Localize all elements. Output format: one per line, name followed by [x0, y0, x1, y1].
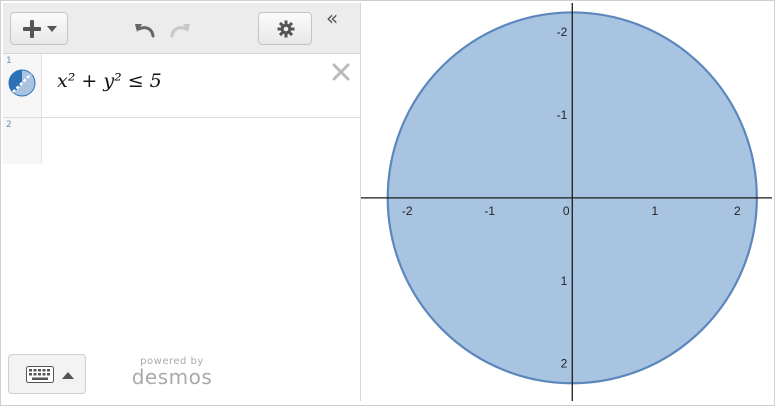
- expression-number: 1: [6, 56, 12, 66]
- double-chevron-left-icon: «: [326, 6, 339, 30]
- keyboard-icon: [26, 366, 54, 383]
- caret-up-icon: [62, 372, 74, 379]
- expression-color-icon[interactable]: [8, 69, 36, 97]
- expression-gutter: 1: [3, 54, 42, 117]
- x-tick-label: 2: [734, 204, 741, 218]
- x-tick-label: 1: [651, 204, 658, 218]
- undo-icon[interactable]: [131, 20, 159, 40]
- gear-icon: [277, 20, 295, 38]
- expression-gutter: 2: [3, 118, 42, 164]
- desmos-logo: powered by desmos: [127, 356, 217, 389]
- x-tick-label: 0: [563, 204, 570, 218]
- graph-canvas[interactable]: -2 -1 0 1 2 2 1 -1 -2: [361, 3, 772, 401]
- plus-icon: [23, 20, 41, 38]
- expression-number: 2: [6, 120, 12, 130]
- expression-formula[interactable]: x² + y² ≤ 5: [57, 70, 162, 92]
- redo-icon[interactable]: [166, 20, 194, 40]
- close-icon[interactable]: [331, 62, 351, 82]
- y-tick-label: 1: [561, 274, 568, 288]
- expression-row[interactable]: 1 x² + y² ≤ 5: [3, 54, 360, 118]
- expression-panel: « 1 x² + y² ≤ 5 2 powered by desmos: [3, 3, 361, 401]
- y-tick-label: 2: [561, 357, 568, 371]
- y-tick-label: -2: [557, 25, 568, 39]
- graph-paper[interactable]: -2 -1 0 1 2 2 1 -1 -2: [361, 3, 772, 401]
- expression-toolbar: «: [3, 3, 360, 54]
- brand-text: desmos: [131, 365, 213, 389]
- keypad-toggle-button[interactable]: [8, 354, 86, 394]
- collapse-panel-button[interactable]: «: [326, 8, 350, 32]
- caret-down-icon: [47, 26, 57, 32]
- y-tick-label: -1: [557, 108, 568, 122]
- x-tick-label: -2: [402, 204, 413, 218]
- add-item-button[interactable]: [10, 12, 68, 45]
- x-tick-label: -1: [484, 204, 495, 218]
- expression-row-empty[interactable]: 2: [3, 118, 360, 164]
- settings-button[interactable]: [258, 12, 312, 45]
